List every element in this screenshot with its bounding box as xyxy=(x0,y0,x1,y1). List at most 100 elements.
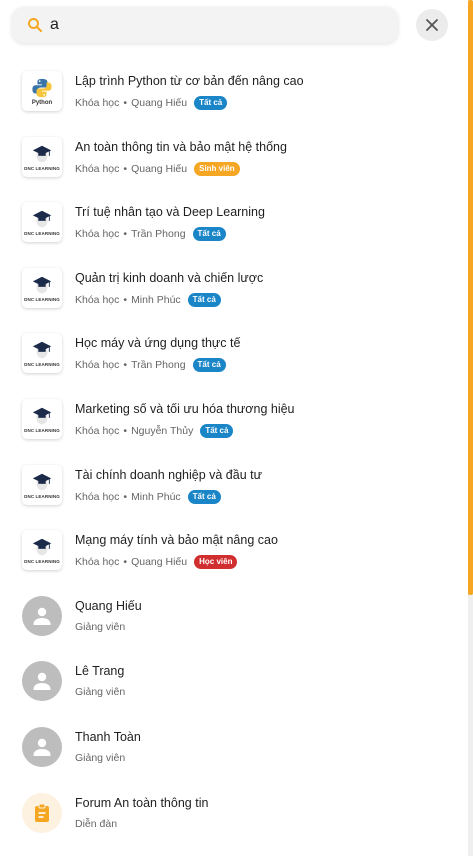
graduation-cap-icon xyxy=(32,473,52,490)
python-icon xyxy=(32,78,52,97)
scrollbar-thumb[interactable] xyxy=(468,0,473,595)
result-type: Diễn đàn xyxy=(75,817,118,830)
logo-text: DNC LEARNING xyxy=(24,559,60,565)
result-type: Khóa học xyxy=(75,162,120,175)
close-icon xyxy=(426,19,438,31)
course-result-item[interactable]: DNC LEARNING Mạng máy tính và bảo mật nâ… xyxy=(0,519,466,581)
course-result-item[interactable]: DNC LEARNING Quản trị kinh doanh và chiế… xyxy=(0,257,466,319)
dnc-learning-logo: DNC LEARNING xyxy=(24,339,60,367)
role-label: Giảng viên xyxy=(75,752,126,764)
course-thumbnail: DNC LEARNING xyxy=(22,530,62,571)
result-type: Khóa học xyxy=(75,228,120,241)
logo-text: Python xyxy=(31,99,53,106)
course-thumbnail: DNC LEARNING xyxy=(22,202,62,243)
audience-badge: Tất cả xyxy=(192,358,226,373)
result-type: Khóa học xyxy=(75,97,120,109)
audience-badge: Tất cả xyxy=(194,96,228,110)
meta-separator: • xyxy=(123,97,128,109)
logo-text: DNC LEARNING xyxy=(24,231,60,237)
dnc-learning-logo: DNC LEARNING xyxy=(24,143,60,171)
clipboard-icon xyxy=(35,803,49,822)
graduation-cap-icon xyxy=(32,145,52,162)
forum-meta: Diễn đàn xyxy=(75,818,117,830)
course-title: Học máy và ứng dụng thực tế xyxy=(75,336,241,351)
course-result-item[interactable]: DNC LEARNING Trí tuệ nhân tạo và Deep Le… xyxy=(0,191,466,253)
avatar xyxy=(22,661,62,702)
close-button[interactable] xyxy=(416,9,448,41)
instructor-role: Giảng viên xyxy=(75,752,125,764)
graduation-cap-icon xyxy=(32,276,52,294)
course-thumbnail: DNC LEARNING xyxy=(22,399,62,439)
audience-badge: Tất cả xyxy=(187,292,221,307)
course-result-item[interactable]: Python Lập trình Python từ cơ bản đến nâ… xyxy=(0,60,466,122)
course-meta: Khóa học • Minh Phúc Tất cả xyxy=(75,292,221,307)
meta-separator: • xyxy=(123,425,128,437)
logo-text: DNC LEARNING xyxy=(24,428,60,433)
result-type: Khóa học xyxy=(75,425,120,437)
python-logo: Python xyxy=(30,77,54,106)
dnc-learning-logo: DNC LEARNING xyxy=(24,536,60,564)
audience-badge: Sinh viên xyxy=(194,161,240,176)
forum-thumbnail xyxy=(22,792,62,833)
course-thumbnail: DNC LEARNING xyxy=(22,267,62,308)
result-type: Khóa học xyxy=(75,293,120,306)
course-meta: Khóa học • Quang Hiếu Sinh viên xyxy=(75,161,240,176)
instructor-name: Lê Trang xyxy=(75,664,125,679)
graduation-cap-icon xyxy=(32,538,52,556)
meta-separator: • xyxy=(123,359,128,372)
course-author: Quang Hiếu xyxy=(131,162,188,175)
meta-separator: • xyxy=(123,556,128,569)
course-meta: Khóa học • Trần Phong Tất cả xyxy=(75,358,226,373)
course-meta: Khóa học • Trần Phong Tất cả xyxy=(75,227,226,242)
dnc-learning-logo: DNC LEARNING xyxy=(24,274,60,302)
course-meta: Khóa học • Minh Phúc Tất cả xyxy=(75,489,221,504)
avatar xyxy=(22,727,62,767)
audience-badge: Tất cả xyxy=(192,227,226,242)
graduation-cap-icon xyxy=(32,342,52,359)
person-icon xyxy=(33,673,51,691)
course-author: Nguyễn Thủy xyxy=(131,425,194,437)
search-input[interactable] xyxy=(48,13,380,37)
course-author: Trần Phong xyxy=(131,228,186,241)
person-icon xyxy=(33,607,51,625)
dnc-learning-logo: DNC LEARNING xyxy=(24,471,60,499)
audience-badge: Học viên xyxy=(194,555,238,570)
instructor-role: Giảng viên xyxy=(75,621,125,633)
course-result-item[interactable]: DNC LEARNING Tài chính doanh nghiệp và đ… xyxy=(0,454,466,516)
graduation-cap-icon xyxy=(32,407,52,425)
graduation-cap-icon xyxy=(32,210,52,228)
course-title: Tài chính doanh nghiệp và đầu tư xyxy=(75,467,262,482)
logo-text: DNC LEARNING xyxy=(24,296,60,302)
instructor-result-item[interactable]: Quang Hiếu Giảng viên xyxy=(0,585,466,647)
meta-separator: • xyxy=(123,228,128,241)
logo-text: DNC LEARNING xyxy=(24,165,60,171)
course-thumbnail: DNC LEARNING xyxy=(22,136,62,177)
result-type: Khóa học xyxy=(75,556,120,569)
course-result-item[interactable]: DNC LEARNING Marketing số và tối ưu hóa … xyxy=(0,388,466,450)
course-author: Quang Hiếu xyxy=(131,97,188,109)
instructor-result-item[interactable]: Lê Trang Giảng viên xyxy=(0,650,466,712)
course-meta: Khóa học • Nguyễn Thủy Tất cả xyxy=(75,424,234,438)
audience-badge: Tất cả xyxy=(187,489,221,504)
course-meta: Khóa học • Quang Hiếu Tất cả xyxy=(75,96,228,110)
course-title: Quản trị kinh doanh và chiến lược xyxy=(75,270,264,285)
course-author: Minh Phúc xyxy=(131,490,181,503)
audience-badge: Tất cả xyxy=(200,424,234,438)
course-result-item[interactable]: DNC LEARNING An toàn thông tin và bảo mậ… xyxy=(0,126,466,188)
forum-result-item[interactable]: Forum An toàn thông tin Diễn đàn xyxy=(0,782,466,844)
meta-separator: • xyxy=(123,293,128,306)
dnc-learning-logo: DNC LEARNING xyxy=(24,208,60,236)
logo-text: DNC LEARNING xyxy=(24,493,60,499)
role-label: Giảng viên xyxy=(75,686,126,699)
course-result-item[interactable]: DNC LEARNING Học máy và ứng dụng thực tế… xyxy=(0,322,466,384)
forum-title: Forum An toàn thông tin xyxy=(75,795,209,810)
course-meta: Khóa học • Quang Hiếu Học viên xyxy=(75,555,238,570)
course-thumbnail: DNC LEARNING xyxy=(22,464,62,505)
course-author: Trần Phong xyxy=(131,359,186,372)
instructor-result-item[interactable]: Thanh Toàn Giảng viên xyxy=(0,716,466,778)
search-icon xyxy=(28,18,43,33)
dnc-learning-logo: DNC LEARNING xyxy=(24,405,60,433)
instructor-name: Quang Hiếu xyxy=(75,598,142,613)
logo-text: DNC LEARNING xyxy=(24,362,60,368)
course-author: Quang Hiếu xyxy=(131,556,188,569)
